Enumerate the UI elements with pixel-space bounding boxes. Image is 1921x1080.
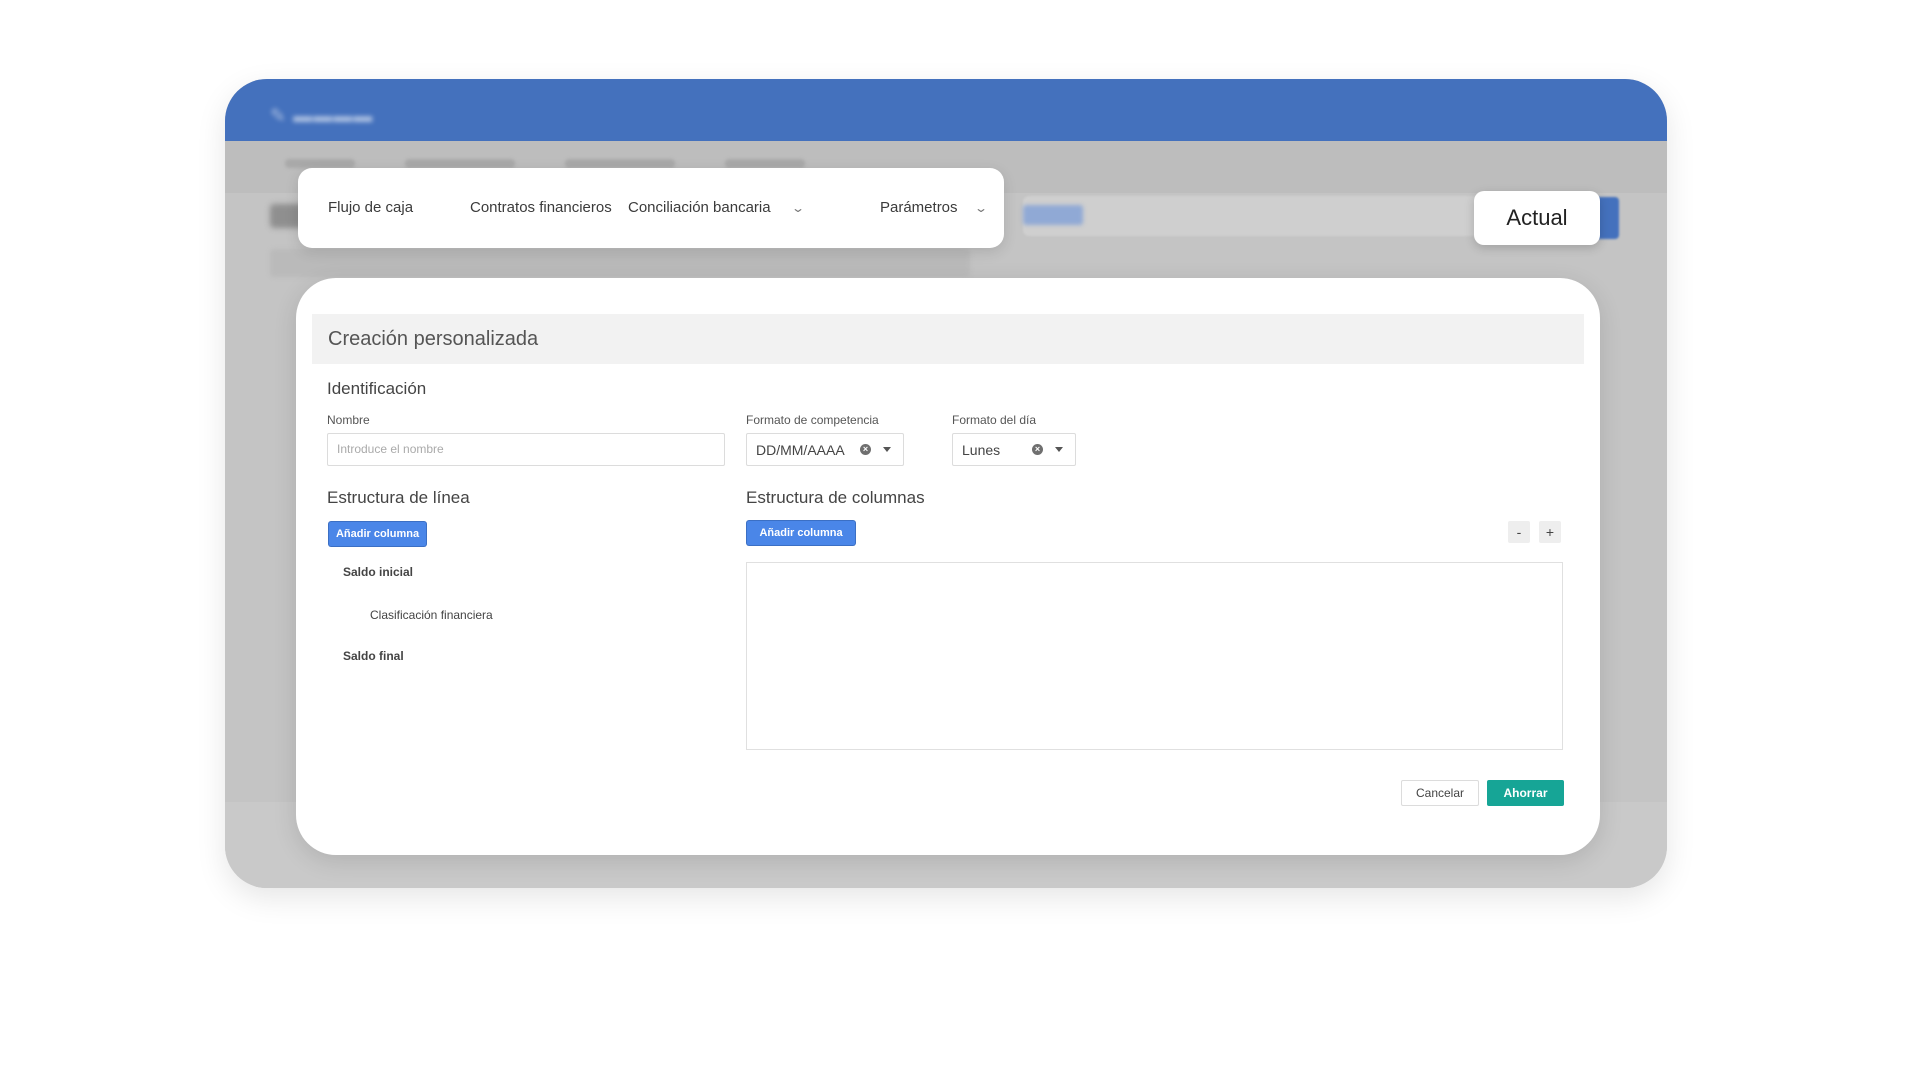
identification-heading: Identificación xyxy=(327,379,427,398)
caret-down-icon[interactable] xyxy=(1055,447,1063,452)
clear-icon[interactable]: × xyxy=(1032,444,1043,455)
competence-format-select[interactable]: DD/MM/AAAA × xyxy=(746,433,904,466)
app-logo: ✎ ▬▬▬▬ xyxy=(270,106,374,127)
nav-item-conciliacion-bancaria[interactable]: Conciliación bancaria ⌄ xyxy=(628,168,805,248)
nav-menu: Flujo de caja Contratos financieros Conc… xyxy=(298,168,1004,248)
save-button[interactable]: Ahorrar xyxy=(1487,780,1564,806)
competence-format-value: DD/MM/AAAA xyxy=(756,441,845,458)
zoom-in-button[interactable]: + xyxy=(1539,521,1561,543)
chevron-down-icon: ⌄ xyxy=(973,201,988,215)
nav-item-label: Flujo de caja xyxy=(328,199,414,216)
nav-item-label: Contratos financieros xyxy=(470,199,612,216)
day-format-label: Formato del día xyxy=(952,413,1037,427)
add-line-column-button[interactable]: Añadir columna xyxy=(329,522,426,546)
nav-item-label: Parámetros xyxy=(880,199,958,216)
nav-item-parametros[interactable]: Parámetros ⌄ xyxy=(880,168,988,248)
custom-creation-modal: Creación personalizada Identificación No… xyxy=(296,278,1600,855)
day-format-value: Lunes xyxy=(962,441,1001,458)
tree-item-clasificacion-financiera[interactable]: Clasificación financiera xyxy=(370,608,493,622)
add-column-button[interactable]: Añadir columna xyxy=(747,521,855,545)
actual-badge: Actual xyxy=(1474,191,1600,245)
nav-item-contratos-financieros[interactable]: Contratos financieros xyxy=(470,168,612,248)
modal-title: Creación personalizada xyxy=(328,328,539,350)
name-label: Nombre xyxy=(327,413,370,427)
nav-item-flujo-de-caja[interactable]: Flujo de caja xyxy=(328,168,413,248)
name-input[interactable]: Introduce el nombre xyxy=(327,433,725,466)
clear-icon[interactable]: × xyxy=(860,444,871,455)
day-format-select[interactable]: Lunes × xyxy=(952,433,1076,466)
nav-item-label: Conciliación bancaria xyxy=(628,199,771,216)
column-structure-heading: Estructura de columnas xyxy=(746,488,925,507)
app-filter-row xyxy=(270,249,970,277)
app-topbar: ✎ ▬▬▬▬ xyxy=(225,79,1667,141)
columns-canvas[interactable] xyxy=(746,562,1563,750)
app-searchbar xyxy=(1023,196,1543,236)
competence-format-label: Formato de competencia xyxy=(746,413,879,427)
app-search-button xyxy=(1023,205,1083,225)
line-structure-heading: Estructura de línea xyxy=(327,488,470,507)
modal-header: Creación personalizada xyxy=(312,314,1584,364)
zoom-out-button[interactable]: - xyxy=(1508,521,1530,543)
caret-down-icon[interactable] xyxy=(883,447,891,452)
tree-item-saldo-inicial[interactable]: Saldo inicial xyxy=(343,565,413,579)
chevron-down-icon: ⌄ xyxy=(790,201,805,215)
tree-item-saldo-final[interactable]: Saldo final xyxy=(343,649,404,663)
cancel-button[interactable]: Cancelar xyxy=(1401,780,1479,806)
